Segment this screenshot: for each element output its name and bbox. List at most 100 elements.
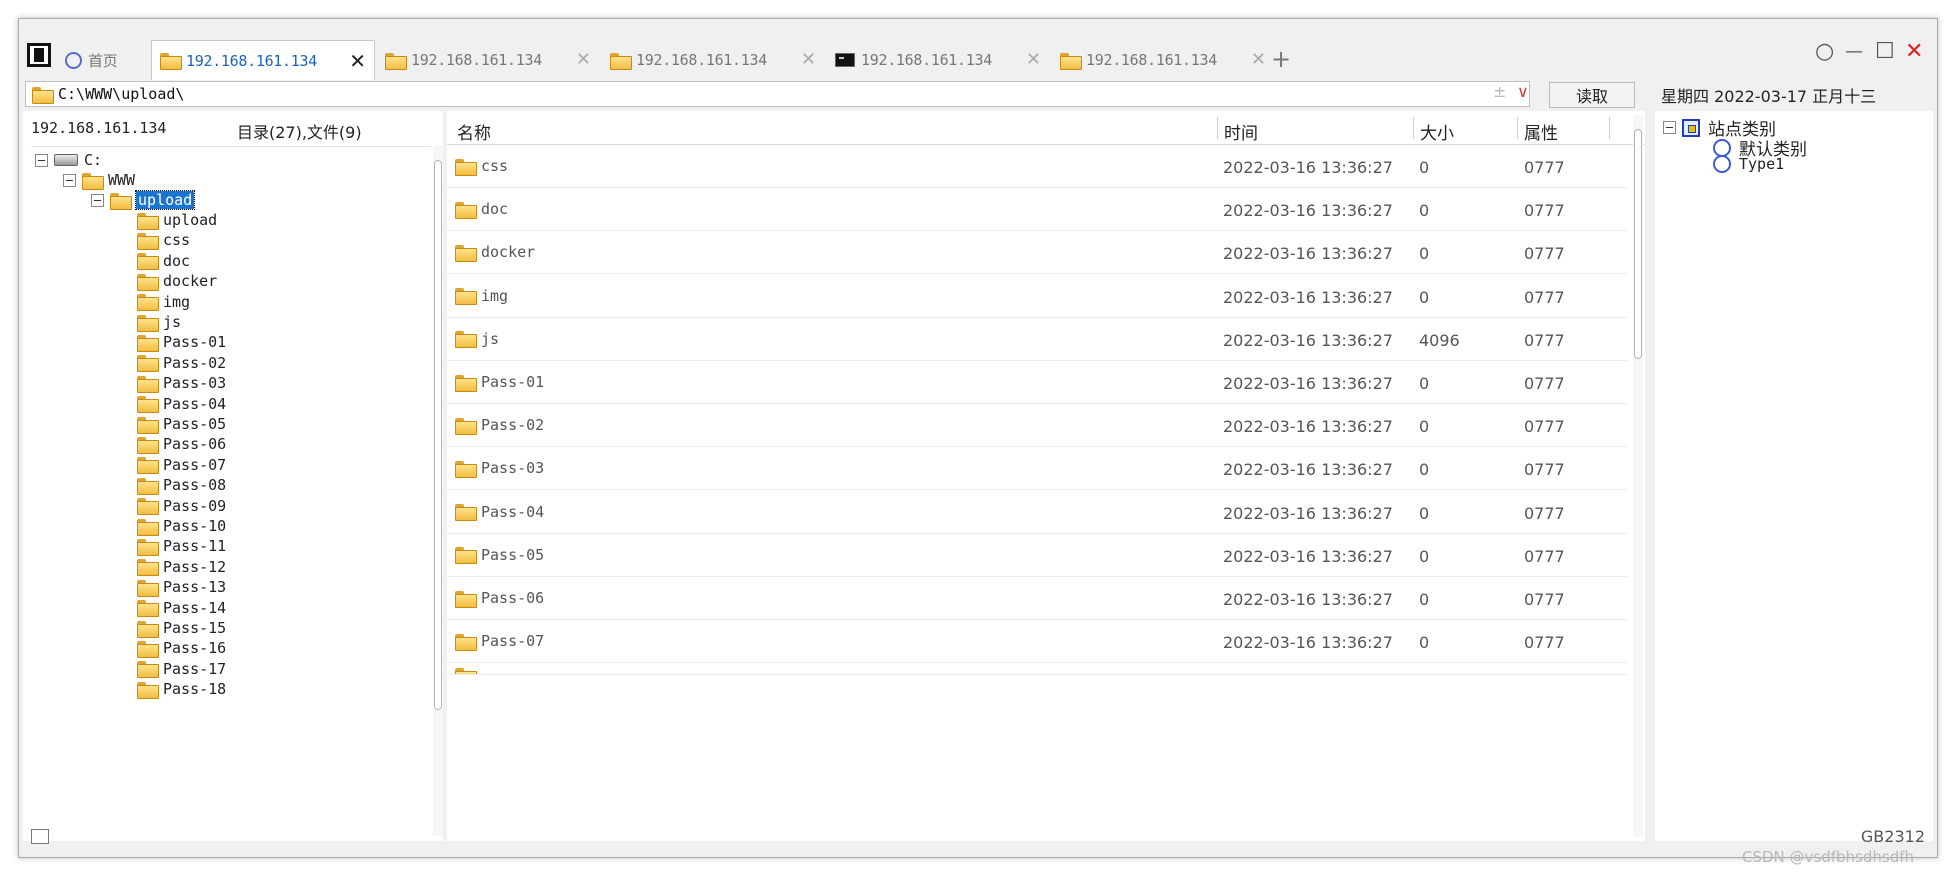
tree-node-folder[interactable]: Pass-02 xyxy=(137,352,226,374)
tree-node-www[interactable]: WWW xyxy=(63,169,135,191)
tab-site-1[interactable]: 192.168.161.134 ✕ xyxy=(151,40,375,80)
address-bar[interactable]: C:\WWW\upload\ xyxy=(25,81,1530,107)
row-name-label: docker xyxy=(481,243,536,262)
folder-icon xyxy=(82,172,104,190)
tab-home[interactable]: 首页 xyxy=(57,41,165,79)
tree-node-folder[interactable]: Pass-05 xyxy=(137,413,226,435)
encoding-label[interactable]: GB2312 xyxy=(1861,827,1925,846)
table-row[interactable]: js 2022-03-16 13:36:27 4096 0777 xyxy=(447,318,1627,361)
row-name[interactable]: Pass-05 xyxy=(455,545,545,565)
tree-node-folder[interactable]: doc xyxy=(137,250,190,272)
tab-close-icon[interactable]: ✕ xyxy=(801,49,816,70)
tree-node-upload-selected[interactable]: upload xyxy=(91,189,196,211)
row-time: 2022-03-16 13:36:27 xyxy=(1223,244,1393,264)
tab-close-icon[interactable]: ✕ xyxy=(1251,49,1266,70)
table-row[interactable]: Pass-06 2022-03-16 13:36:27 0 0777 xyxy=(447,577,1627,620)
collapse-icon[interactable] xyxy=(1663,121,1676,134)
folder-icon xyxy=(455,331,477,349)
tree-node-folder[interactable]: Pass-18 xyxy=(137,678,226,700)
close-button[interactable]: ✕ xyxy=(1905,39,1923,64)
window-icon[interactable] xyxy=(31,829,49,844)
table-row[interactable]: Pass-07 2022-03-16 13:36:27 0 0777 xyxy=(447,620,1627,664)
tree-node-folder[interactable]: css xyxy=(137,229,190,251)
row-name[interactable]: Pass-03 xyxy=(455,459,544,478)
table-row[interactable]: docker 2022-03-16 13:36:27 0 0777 xyxy=(447,231,1627,275)
collapse-icon[interactable] xyxy=(63,173,76,187)
tree-node-folder[interactable]: Pass-16 xyxy=(137,637,226,659)
tree-node-folder[interactable]: Pass-13 xyxy=(137,576,226,598)
tab-site-5[interactable]: 192.168.161.134 ✕ xyxy=(1052,41,1274,79)
collapse-icon[interactable] xyxy=(35,153,48,167)
minimize-button[interactable]: — xyxy=(1845,41,1863,62)
table-row[interactable]: doc 2022-03-16 13:36:27 0 0777 xyxy=(447,188,1627,232)
column-attr[interactable]: 属性 xyxy=(1524,119,1558,144)
circle-icon[interactable]: ○ xyxy=(1815,39,1834,64)
tree-node-folder[interactable]: Pass-12 xyxy=(137,556,226,578)
tree-node-folder[interactable]: Pass-14 xyxy=(137,597,226,619)
scrollbar-thumb[interactable] xyxy=(434,160,442,710)
tree-node-folder[interactable]: img xyxy=(137,291,190,313)
folder-icon xyxy=(455,288,477,306)
tab-close-icon[interactable]: ✕ xyxy=(576,49,591,70)
row-name[interactable]: css xyxy=(455,157,508,176)
table-row[interactable]: css 2022-03-16 13:36:27 0 0777 xyxy=(447,145,1627,188)
category-type1[interactable]: Type1 xyxy=(1713,155,1784,173)
maximize-button[interactable]: ☐ xyxy=(1875,39,1895,64)
scrollbar-thumb[interactable] xyxy=(1634,129,1642,359)
app-logo-icon[interactable] xyxy=(27,43,51,67)
tree-label: Pass-07 xyxy=(163,455,227,474)
tree-node-folder[interactable]: Pass-17 xyxy=(137,658,226,680)
column-size[interactable]: 大小 xyxy=(1420,119,1454,144)
row-size: 0 xyxy=(1419,244,1430,264)
address-path[interactable]: C:\WWW\upload\ xyxy=(58,85,184,103)
tab-terminal[interactable]: 192.168.161.134 ✕ xyxy=(827,41,1049,79)
row-name[interactable]: docker xyxy=(455,243,536,262)
tree-scrollbar[interactable] xyxy=(433,146,443,836)
row-name[interactable]: Pass-06 xyxy=(455,589,544,608)
row-name[interactable]: Pass-01 xyxy=(455,373,544,392)
dropdown-icon[interactable]: ∨ xyxy=(1517,82,1529,101)
folder-icon xyxy=(137,600,159,618)
column-time[interactable]: 时间 xyxy=(1224,119,1258,144)
tree-label: doc xyxy=(163,251,191,270)
table-row[interactable]: img 2022-03-16 13:36:27 0 0777 xyxy=(447,275,1627,318)
row-name[interactable]: img xyxy=(455,287,508,306)
tree-node-folder[interactable]: Pass-11 xyxy=(137,535,226,557)
plus-minus-icon[interactable]: ± xyxy=(1493,82,1506,101)
row-name-label: Pass-05 xyxy=(481,545,545,564)
tree-node-folder[interactable]: Pass-08 xyxy=(137,474,226,496)
table-row[interactable]: Pass-02 2022-03-16 13:36:27 0 0777 xyxy=(447,404,1627,448)
tab-close-icon[interactable]: ✕ xyxy=(1026,49,1041,70)
table-row[interactable]: Pass-04 2022-03-16 13:36:27 0 0777 xyxy=(447,491,1627,534)
tree-node-folder[interactable]: docker xyxy=(137,270,217,292)
tree-label: Pass-04 xyxy=(163,394,227,413)
tab-site-2[interactable]: 192.168.161.134 ✕ xyxy=(377,41,599,79)
tree-node-drive[interactable]: C: xyxy=(35,149,102,171)
table-row[interactable]: Pass-03 2022-03-16 13:36:27 0 0777 xyxy=(447,447,1627,491)
tree-node-folder[interactable]: Pass-06 xyxy=(137,433,226,455)
tree-node-folder[interactable]: Pass-15 xyxy=(137,617,226,639)
tree-node-folder[interactable]: Pass-09 xyxy=(137,495,226,517)
row-name[interactable]: Pass-04 xyxy=(455,503,544,522)
column-name[interactable]: 名称 xyxy=(457,119,491,144)
row-name[interactable]: doc xyxy=(455,200,508,219)
tab-close-icon[interactable]: ✕ xyxy=(349,49,366,73)
tree-node-folder[interactable]: Pass-04 xyxy=(137,393,226,415)
read-button[interactable]: 读取 xyxy=(1549,82,1635,108)
tree-node-folder[interactable]: Pass-01 xyxy=(137,331,226,353)
tree-node-folder[interactable]: Pass-10 xyxy=(137,515,226,537)
file-list-scrollbar[interactable] xyxy=(1633,115,1643,837)
tab-site-3[interactable]: 192.168.161.134 ✕ xyxy=(602,41,824,79)
table-row[interactable]: Pass-05 2022-03-16 13:36:27 0 0777 xyxy=(447,534,1627,577)
add-tab-button[interactable]: + xyxy=(1271,45,1291,73)
tree-node-folder[interactable]: Pass-03 xyxy=(137,372,226,394)
row-name[interactable]: Pass-07 xyxy=(455,632,544,651)
tree-node-folder[interactable]: upload xyxy=(137,209,217,231)
row-name[interactable]: js xyxy=(455,330,499,349)
row-name[interactable]: Pass-02 xyxy=(455,416,544,435)
tree-node-folder[interactable]: Pass-07 xyxy=(137,454,226,476)
tree-node-folder[interactable]: js xyxy=(137,311,181,333)
row-attr: 0777 xyxy=(1524,460,1565,480)
collapse-icon[interactable] xyxy=(91,193,104,207)
table-row[interactable]: Pass-01 2022-03-16 13:36:27 0 0777 xyxy=(447,361,1627,404)
